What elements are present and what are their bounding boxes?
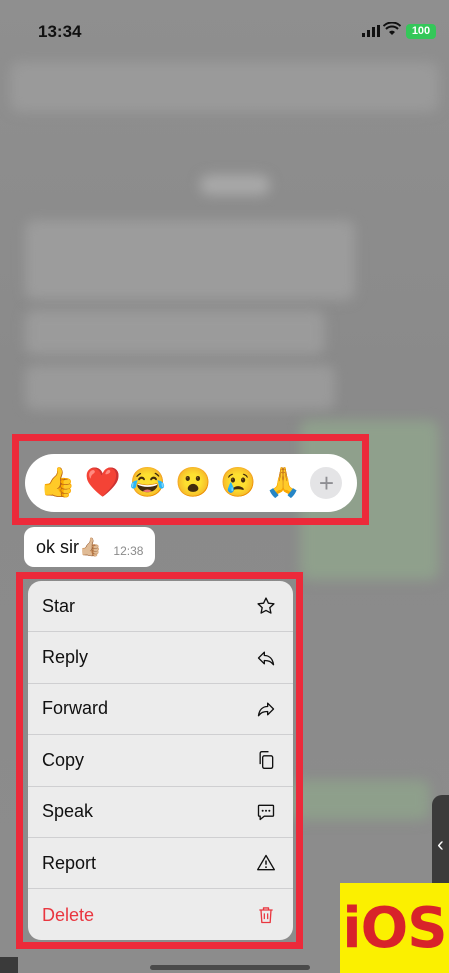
- menu-item-forward[interactable]: Forward: [28, 684, 293, 736]
- message-text: ok sir👍🏼: [36, 536, 102, 557]
- menu-item-report[interactable]: Report: [28, 838, 293, 890]
- reaction-laughing[interactable]: 😂: [130, 468, 166, 498]
- menu-item-label: Forward: [42, 698, 109, 719]
- trash-icon: [255, 904, 277, 926]
- menu-item-copy[interactable]: Copy: [28, 735, 293, 787]
- corner-shade: [0, 957, 18, 973]
- wifi-icon: [383, 22, 401, 35]
- blurred-message: [25, 220, 355, 300]
- warning-icon: [255, 852, 277, 874]
- menu-item-label: Copy: [42, 749, 85, 770]
- menu-item-label: Reply: [42, 647, 89, 668]
- battery-indicator: 100: [406, 24, 436, 39]
- menu-item-delete[interactable]: Delete: [28, 889, 293, 940]
- reaction-thumbs-up[interactable]: 👍: [40, 468, 76, 498]
- reaction-surprised[interactable]: 😮: [175, 468, 211, 498]
- blurred-header: [10, 62, 439, 112]
- message-bubble[interactable]: ok sir👍🏼 12:38: [24, 527, 156, 567]
- menu-item-speak[interactable]: Speak: [28, 787, 293, 838]
- context-menu: Star Reply Forward Copy Speak Report Del…: [28, 581, 293, 940]
- blurred-message: [25, 310, 325, 355]
- reply-icon: [255, 647, 277, 669]
- copy-icon: [255, 749, 277, 771]
- menu-item-star[interactable]: Star: [28, 581, 293, 633]
- more-reactions-button[interactable]: +: [310, 467, 343, 499]
- blurred-message: [25, 365, 335, 410]
- chevron-left-icon: ‹: [437, 833, 444, 856]
- reaction-crying[interactable]: 😢: [220, 468, 256, 498]
- speak-icon: [255, 801, 277, 823]
- forward-icon: [255, 698, 277, 720]
- status-bar: 13:34 100: [0, 0, 449, 60]
- side-drawer-handle[interactable]: ‹: [432, 795, 449, 895]
- blurred-message: [290, 780, 430, 820]
- message-time: 12:38: [113, 544, 144, 558]
- menu-item-label: Report: [42, 852, 97, 873]
- ios-badge: iOS: [340, 883, 449, 973]
- reaction-pray[interactable]: 🙏: [265, 468, 301, 498]
- star-icon: [255, 595, 277, 617]
- menu-item-label: Speak: [42, 801, 94, 822]
- home-indicator[interactable]: [150, 965, 310, 970]
- reaction-bar: 👍 ❤️ 😂 😮 😢 🙏 +: [25, 454, 357, 512]
- status-time: 13:34: [38, 22, 82, 41]
- menu-item-label: Star: [42, 595, 76, 616]
- blurred-date: [200, 175, 270, 195]
- menu-item-label: Delete: [42, 904, 95, 925]
- menu-item-reply[interactable]: Reply: [28, 632, 293, 684]
- reaction-heart[interactable]: ❤️: [85, 468, 121, 498]
- signal-icon: [362, 25, 380, 37]
